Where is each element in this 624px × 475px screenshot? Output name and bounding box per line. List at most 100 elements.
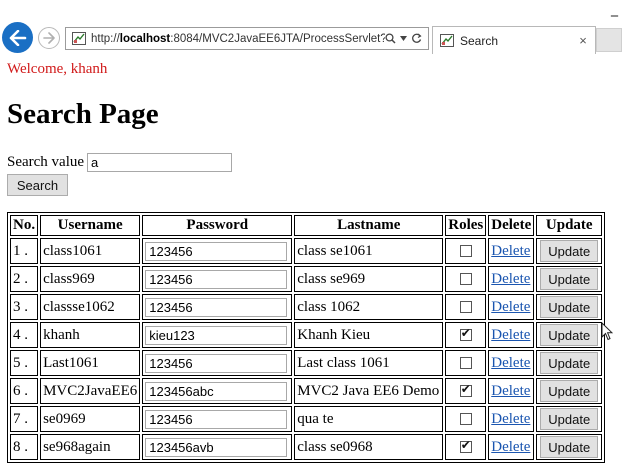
update-button[interactable]: Update xyxy=(540,240,599,262)
browser-tab[interactable]: Search × xyxy=(432,26,596,54)
password-cell xyxy=(142,350,293,376)
table-header-row: No. Username Password Lastname Roles Del… xyxy=(10,215,603,236)
update-cell: Update xyxy=(536,322,603,348)
update-cell: Update xyxy=(536,406,603,432)
table-row: 5 . Last1061 Last class 1061 Delete Upda… xyxy=(10,350,603,376)
role-checkbox[interactable]: ✔ xyxy=(459,438,472,454)
row-number: 2 . xyxy=(10,266,39,292)
update-cell: Update xyxy=(536,350,603,376)
page-favicon-icon xyxy=(72,32,86,45)
new-tab-button[interactable] xyxy=(596,28,622,52)
dropdown-icon[interactable] xyxy=(400,36,407,41)
results-table: No. Username Password Lastname Roles Del… xyxy=(7,212,606,463)
update-button[interactable]: Update xyxy=(540,296,599,318)
password-field[interactable] xyxy=(145,297,288,317)
lastname-field: class se969 xyxy=(294,266,444,292)
delete-link[interactable]: Delete xyxy=(491,383,530,399)
lastname-field: class se1061 xyxy=(294,238,444,264)
lastname-field: qua te xyxy=(294,406,444,432)
role-checkbox[interactable] xyxy=(459,413,472,426)
delete-link[interactable]: Delete xyxy=(491,439,530,455)
table-row: 2 . class969 class se969 Delete Update xyxy=(10,266,603,292)
delete-link[interactable]: Delete xyxy=(491,327,530,343)
role-checkbox[interactable]: ✔ xyxy=(459,326,472,342)
delete-link[interactable]: Delete xyxy=(491,271,530,287)
update-cell: Update xyxy=(536,378,603,404)
password-field[interactable] xyxy=(145,381,288,401)
username-cell: Last1061 xyxy=(40,350,141,376)
update-button[interactable]: Update xyxy=(540,436,599,458)
address-url[interactable]: http://localhost:8084/MVC2JavaEE6JTA/Pro… xyxy=(91,33,385,45)
password-field[interactable] xyxy=(145,269,288,289)
page-title: Search Page xyxy=(7,98,159,130)
table-row: 7 . se0969 qua te Delete Update xyxy=(10,406,603,432)
back-button[interactable] xyxy=(2,22,33,53)
url-path: :8084/MVC2JavaEE6JTA/ProcessServlet?btA xyxy=(170,32,385,45)
lastname-field: class 1062 xyxy=(294,294,444,320)
row-number: 7 . xyxy=(10,406,39,432)
header-delete: Delete xyxy=(488,215,535,236)
role-checkbox[interactable] xyxy=(459,357,472,370)
row-number: 6 . xyxy=(10,378,39,404)
update-button[interactable]: Update xyxy=(540,408,599,430)
search-input[interactable] xyxy=(87,153,233,172)
url-prefix: http:// xyxy=(91,32,120,45)
update-cell: Update xyxy=(536,266,603,292)
delete-link[interactable]: Delete xyxy=(491,355,530,371)
update-cell: Update xyxy=(536,294,603,320)
lastname-field: Khanh Kieu xyxy=(294,322,444,348)
header-roles: Roles xyxy=(445,215,487,236)
delete-cell: Delete xyxy=(488,406,535,432)
role-checkbox[interactable] xyxy=(459,301,472,314)
update-button[interactable]: Update xyxy=(540,324,599,346)
update-button[interactable]: Update xyxy=(540,268,599,290)
username-cell: class969 xyxy=(40,266,141,292)
role-cell: ✔ xyxy=(445,378,487,404)
password-field[interactable] xyxy=(145,437,288,457)
password-field[interactable] xyxy=(145,325,288,345)
checkmark-icon: ✔ xyxy=(460,382,471,397)
back-arrow-icon xyxy=(9,29,26,46)
update-button[interactable]: Update xyxy=(540,352,599,374)
update-cell: Update xyxy=(536,434,603,460)
forward-button[interactable] xyxy=(38,27,60,49)
delete-link[interactable]: Delete xyxy=(491,243,530,259)
refresh-icon[interactable] xyxy=(411,33,422,44)
delete-cell: Delete xyxy=(488,434,535,460)
password-cell xyxy=(142,378,293,404)
table-row: 3 . classse1062 class 1062 Delete Update xyxy=(10,294,603,320)
search-icon[interactable] xyxy=(385,33,396,44)
lastname-field: MVC2 Java EE6 Demo xyxy=(294,378,444,404)
role-checkbox[interactable] xyxy=(459,273,472,286)
delete-link[interactable]: Delete xyxy=(491,299,530,315)
password-cell xyxy=(142,434,293,460)
password-field[interactable] xyxy=(145,241,288,261)
row-number: 1 . xyxy=(10,238,39,264)
address-bar[interactable]: http://localhost:8084/MVC2JavaEE6JTA/Pro… xyxy=(65,27,429,50)
update-button[interactable]: Update xyxy=(540,380,599,402)
header-username: Username xyxy=(40,215,141,236)
password-cell xyxy=(142,322,293,348)
minimize-button[interactable]: _ xyxy=(611,2,618,16)
password-cell xyxy=(142,238,293,264)
page-favicon-icon xyxy=(440,34,454,47)
lastname-field: class se0968 xyxy=(294,434,444,460)
password-field[interactable] xyxy=(145,353,288,373)
row-number: 8 . xyxy=(10,434,39,460)
header-lastname: Lastname xyxy=(294,215,444,236)
username-cell: MVC2JavaEE6 xyxy=(40,378,141,404)
close-icon[interactable]: × xyxy=(575,33,591,48)
browser-chrome: _ http://localhost:8084/MVC2JavaEE6JTA/P… xyxy=(0,0,624,56)
role-cell: ✔ xyxy=(445,322,487,348)
role-checkbox[interactable]: ✔ xyxy=(459,382,472,398)
delete-cell: Delete xyxy=(488,322,535,348)
role-cell xyxy=(445,294,487,320)
url-host: localhost xyxy=(119,32,171,45)
role-checkbox[interactable] xyxy=(459,245,472,258)
password-field[interactable] xyxy=(145,409,288,429)
search-button[interactable]: Search xyxy=(7,174,68,196)
username-cell: class1061 xyxy=(40,238,141,264)
delete-cell: Delete xyxy=(488,294,535,320)
delete-cell: Delete xyxy=(488,238,535,264)
delete-link[interactable]: Delete xyxy=(491,411,530,427)
